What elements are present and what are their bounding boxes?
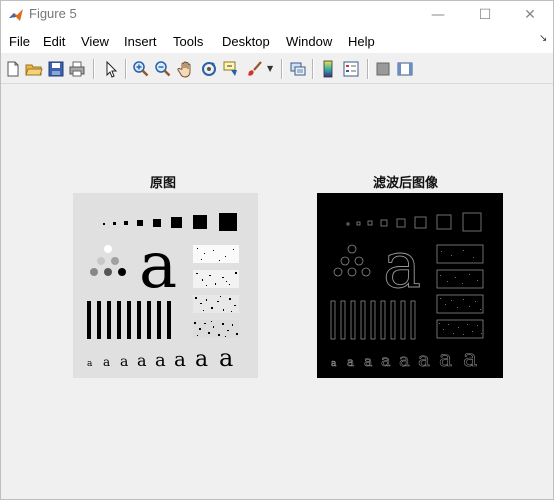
letter-a-2: a bbox=[103, 355, 110, 369]
hide-plot-tools-icon[interactable] bbox=[374, 60, 392, 78]
data-cursor-icon[interactable] bbox=[223, 60, 241, 78]
menu-bar: File Edit View Insert Tools Desktop Wind… bbox=[1, 29, 553, 53]
letter-a-edge-7: a bbox=[439, 347, 452, 372]
window-title: Figure 5 bbox=[29, 6, 77, 21]
colorbar-icon[interactable] bbox=[319, 60, 337, 78]
letter-a-3: a bbox=[120, 354, 128, 370]
toolbar-separator bbox=[125, 59, 127, 79]
menu-file[interactable]: File bbox=[9, 34, 30, 49]
brush-icon[interactable] bbox=[246, 60, 264, 78]
letter-a-1: a bbox=[87, 359, 93, 369]
letter-a-edge-1: a bbox=[331, 359, 337, 369]
close-button[interactable]: ✕ bbox=[507, 1, 553, 29]
zoom-in-icon[interactable] bbox=[132, 60, 150, 78]
large-letter-a-edges: a bbox=[383, 229, 421, 303]
letter-a-edge-2: a bbox=[347, 355, 354, 369]
toolbar-separator bbox=[312, 59, 314, 79]
figure-window: Figure 5 — ☐ ✕ File Edit View Insert Too… bbox=[0, 0, 554, 500]
large-letter-a: a bbox=[139, 229, 177, 303]
brush-dropdown-icon[interactable]: ▼ bbox=[267, 64, 275, 73]
toolbar-separator bbox=[93, 59, 95, 79]
matlab-logo-icon bbox=[9, 9, 23, 21]
rotate-3d-icon[interactable] bbox=[200, 60, 218, 78]
original-image: a a a a a a a a a bbox=[73, 193, 258, 378]
new-figure-icon[interactable] bbox=[4, 60, 22, 78]
title-bar: Figure 5 — ☐ ✕ bbox=[1, 1, 553, 29]
letter-a-7: a bbox=[195, 347, 208, 372]
dock-figure-icon[interactable]: ↘ bbox=[539, 33, 547, 44]
original-image-title: 原图 bbox=[150, 176, 177, 191]
letter-a-4: a bbox=[137, 351, 147, 370]
figure-toolbar: ▼ bbox=[1, 54, 553, 84]
menu-insert[interactable]: Insert bbox=[124, 34, 157, 49]
letter-a-edge-4: a bbox=[381, 351, 391, 370]
toolbar-separator bbox=[281, 59, 283, 79]
letter-a-edge-5: a bbox=[399, 350, 410, 371]
letter-a-5: a bbox=[155, 350, 166, 371]
show-plot-tools-icon[interactable] bbox=[396, 60, 414, 78]
menu-tools[interactable]: Tools bbox=[173, 34, 203, 49]
letter-a-8: a bbox=[219, 344, 233, 372]
menu-desktop[interactable]: Desktop bbox=[222, 34, 270, 49]
letter-a-edge-8: a bbox=[463, 344, 477, 372]
minimize-button[interactable]: — bbox=[415, 1, 461, 29]
pointer-icon[interactable] bbox=[102, 60, 120, 78]
filtered-image: a a a a a a a a a bbox=[317, 193, 503, 378]
link-plot-icon[interactable] bbox=[289, 60, 307, 78]
letter-a-edge-6: a bbox=[418, 347, 430, 371]
menu-view[interactable]: View bbox=[81, 34, 109, 49]
print-icon[interactable] bbox=[68, 60, 86, 78]
pan-icon[interactable] bbox=[177, 60, 195, 78]
filtered-image-title: 滤波后图像 bbox=[373, 176, 439, 191]
open-file-icon[interactable] bbox=[25, 60, 43, 78]
zoom-out-icon[interactable] bbox=[154, 60, 172, 78]
menu-edit[interactable]: Edit bbox=[43, 34, 65, 49]
menu-help[interactable]: Help bbox=[348, 34, 375, 49]
save-icon[interactable] bbox=[47, 60, 65, 78]
maximize-button[interactable]: ☐ bbox=[462, 1, 508, 29]
letter-a-6: a bbox=[174, 347, 186, 371]
toolbar-separator bbox=[367, 59, 369, 79]
legend-icon[interactable] bbox=[342, 60, 360, 78]
menu-window[interactable]: Window bbox=[286, 34, 332, 49]
letter-a-edge-3: a bbox=[364, 354, 372, 370]
